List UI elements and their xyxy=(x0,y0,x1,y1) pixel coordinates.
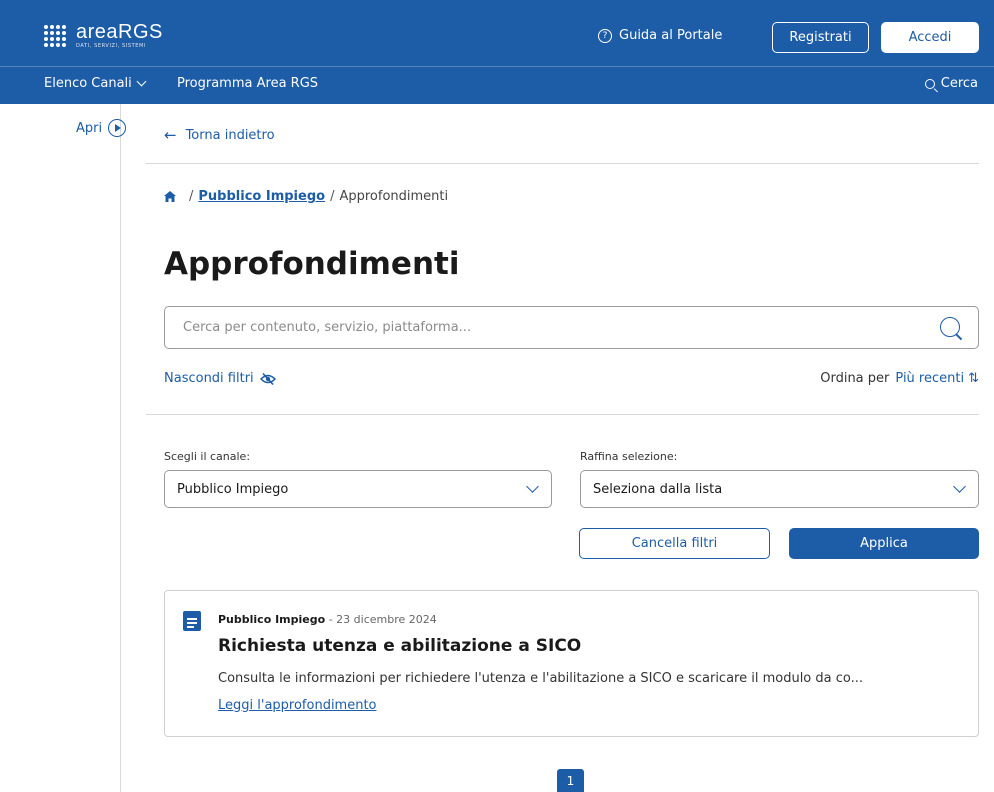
breadcrumb-item-current: Approfondimenti xyxy=(339,189,449,204)
header-search-button[interactable]: Cerca xyxy=(924,76,978,91)
login-button[interactable]: Accedi xyxy=(881,22,979,53)
header-divider xyxy=(0,66,994,67)
site-header: areaRGS DATI, SERVIZI, SISTEMI ? Guida a… xyxy=(0,0,994,104)
divider xyxy=(146,414,979,415)
register-button[interactable]: Registrati xyxy=(772,22,869,53)
result-card: Pubblico Impiego - 23 dicembre 2024 Rich… xyxy=(164,590,979,737)
refine-select[interactable]: Seleziona dalla lista xyxy=(580,470,979,508)
divider xyxy=(146,163,979,164)
chevron-down-icon xyxy=(953,480,966,493)
channels-menu-label: Elenco Canali xyxy=(44,76,132,91)
sort-arrows-icon: ⇅ xyxy=(968,371,979,386)
result-meta: Pubblico Impiego - 23 dicembre 2024 xyxy=(218,613,437,626)
sort-value: Più recenti xyxy=(895,371,965,386)
content-search-input[interactable]: Cerca per contenuto, servizio, piattafor… xyxy=(164,306,979,349)
search-placeholder: Cerca per contenuto, servizio, piattafor… xyxy=(183,320,472,335)
portal-guide-label: Guida al Portale xyxy=(619,28,723,43)
breadcrumb-separator: / xyxy=(189,189,194,204)
hide-filters-label: Nascondi filtri xyxy=(164,371,254,386)
pagination-page-button[interactable]: 1 xyxy=(557,769,584,792)
document-icon xyxy=(183,611,201,631)
logo-mark-icon xyxy=(44,24,66,47)
home-icon[interactable] xyxy=(164,191,176,202)
breadcrumb-separator: / xyxy=(330,189,335,204)
sidebar-divider xyxy=(120,104,121,792)
search-icon[interactable] xyxy=(940,317,960,337)
result-title[interactable]: Richiesta utenza e abilitazione a SICO xyxy=(218,636,581,656)
channel-select[interactable]: Pubblico Impiego xyxy=(164,470,552,508)
breadcrumb-item-channel[interactable]: Pubblico Impiego xyxy=(198,189,325,204)
result-description: Consulta le informazioni per richiedere … xyxy=(218,671,864,686)
refine-select-value: Seleziona dalla lista xyxy=(593,481,723,497)
read-more-link[interactable]: Leggi l'approfondimento xyxy=(218,698,377,713)
back-link[interactable]: ← Torna indietro xyxy=(164,126,275,144)
back-link-label: Torna indietro xyxy=(185,127,275,143)
logo-tagline: DATI, SERVIZI, SISTEMI xyxy=(76,43,147,49)
site-logo[interactable]: areaRGS DATI, SERVIZI, SISTEMI xyxy=(44,22,163,49)
sort-prefix: Ordina per xyxy=(820,371,890,386)
logo-text: areaRGS xyxy=(76,21,163,43)
arrow-left-icon: ← xyxy=(164,126,177,144)
help-icon: ? xyxy=(598,28,612,43)
clear-filters-button[interactable]: Cancella filtri xyxy=(579,528,770,559)
apply-filters-button[interactable]: Applica xyxy=(789,528,979,559)
eye-off-icon xyxy=(259,372,276,385)
play-circle-icon xyxy=(108,119,127,137)
sort-control[interactable]: Ordina per Più recenti ⇅ xyxy=(820,371,979,386)
portal-guide-link[interactable]: ? Guida al Portale xyxy=(598,28,722,43)
chevron-down-icon xyxy=(526,480,539,493)
hide-filters-toggle[interactable]: Nascondi filtri xyxy=(164,371,276,386)
channels-menu[interactable]: Elenco Canali xyxy=(44,76,147,91)
page-title: Approfondimenti xyxy=(164,246,460,282)
search-icon xyxy=(924,78,935,89)
sidebar-open-toggle[interactable]: Apri xyxy=(76,119,127,137)
breadcrumb: / Pubblico Impiego / Approfondimenti xyxy=(164,189,448,204)
header-search-label: Cerca xyxy=(940,76,978,91)
sidebar-open-label: Apri xyxy=(76,120,103,136)
channel-select-value: Pubblico Impiego xyxy=(177,481,289,497)
result-channel: Pubblico Impiego xyxy=(218,613,326,626)
refine-select-label: Raffina selezione: xyxy=(580,450,678,463)
result-date: 23 dicembre 2024 xyxy=(336,613,437,626)
channel-select-label: Scegli il canale: xyxy=(164,450,251,463)
chevron-down-icon xyxy=(136,76,147,87)
program-link[interactable]: Programma Area RGS xyxy=(177,76,318,91)
